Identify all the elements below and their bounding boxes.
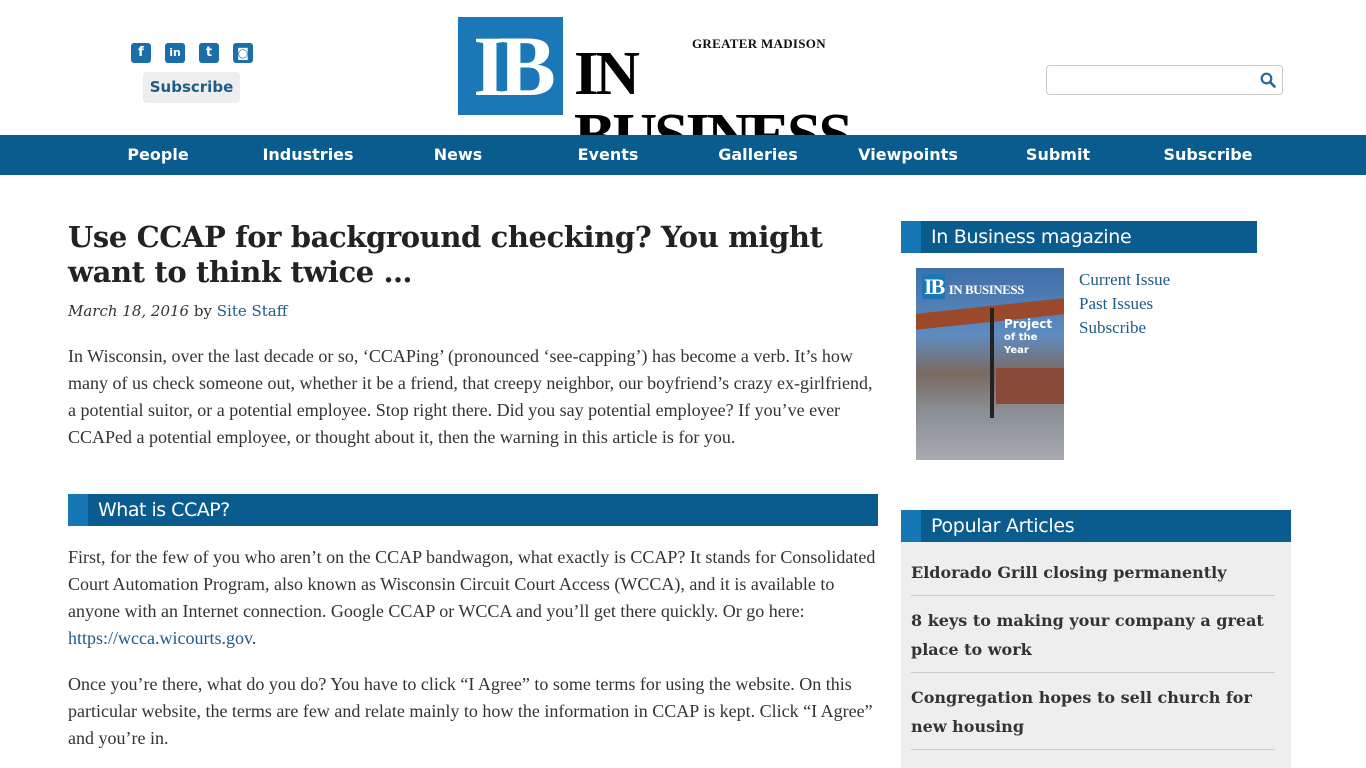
popular-articles-list: Eldorado Grill closing permanently 8 key… [901,542,1291,768]
popular-articles-heading: Popular Articles [901,510,1291,542]
popular-article-item[interactable]: 8 keys to making your company a great pl… [911,596,1275,673]
wcca-link[interactable]: https://wcca.wicourts.gov [68,628,252,648]
article-paragraph: First, for the few of you who aren’t on … [68,544,883,652]
article-title: Use CCAP for background checking? You mi… [68,220,823,289]
article-paragraph: In Wisconsin, over the last decade or so… [68,346,873,447]
site-header: f in t ◙ Subscribe IB GREATER MADISON IN… [0,0,1366,167]
cover-logo-text: IN BUSINESS [948,282,1025,297]
section-heading: What is CCAP? [68,494,878,526]
cover-logo: IB IN BUSINESS [922,274,1024,300]
cover-title-line-1: Project [1004,317,1053,331]
magazine-heading-text: In Business magazine [931,226,1132,248]
nav-item-industries[interactable]: Industries [262,135,353,175]
site-logo[interactable]: IB GREATER MADISON IN BUSINESS [458,17,908,167]
facebook-icon[interactable]: f [131,43,151,63]
popular-article-item[interactable]: Eldorado Grill closing permanently [911,542,1275,596]
section-heading-text: What is CCAP? [98,499,230,521]
popular-articles-heading-text: Popular Articles [931,515,1075,537]
author-link[interactable]: Site Staff [217,302,288,320]
main-nav: People Industries News Events Galleries … [0,135,1366,175]
paragraph-end: . [251,628,257,648]
magazine-cover-image[interactable]: IB IN BUSINESS Project of the Year [916,268,1064,460]
search-box [1046,65,1283,95]
nav-item-news[interactable]: News [434,135,483,175]
magazine-subscribe-link[interactable]: Subscribe [1079,316,1170,340]
cover-logo-mark: IB [922,274,945,299]
cover-pillar-shape [990,308,994,418]
cover-title-line-2: of the Year [1004,332,1038,356]
header-subscribe-button[interactable]: Subscribe [143,72,240,103]
magazine-links: Current Issue Past Issues Subscribe [1079,268,1170,340]
past-issues-link[interactable]: Past Issues [1079,292,1170,316]
linkedin-icon[interactable]: in [165,43,185,63]
byline-prefix: by [193,302,212,320]
social-links: f in t ◙ [131,43,253,63]
popular-article-item[interactable]: Congregation hopes to sell church for ne… [911,673,1275,750]
article-paragraph: Once you’re there, what do you do? You h… [68,674,873,748]
logo-mark: IB [458,17,563,115]
search-icon[interactable] [1260,72,1276,88]
cover-title: Project of the Year [1004,318,1064,357]
twitter-icon[interactable]: t [199,43,219,63]
cover-building-shape [996,368,1064,404]
article-date: March 18, 2016 [68,302,190,320]
nav-item-galleries[interactable]: Galleries [718,135,798,175]
current-issue-link[interactable]: Current Issue [1079,268,1170,292]
nav-item-submit[interactable]: Submit [1026,135,1090,175]
instagram-icon[interactable]: ◙ [233,43,253,63]
nav-item-events[interactable]: Events [578,135,639,175]
nav-item-subscribe[interactable]: Subscribe [1163,135,1252,175]
magazine-heading: In Business magazine [901,221,1257,253]
search-input[interactable] [1047,66,1247,94]
article-meta: March 18, 2016 by Site Staff [68,302,878,320]
article: Use CCAP for background checking? You mi… [68,220,878,748]
paragraph-text: First, for the few of you who aren’t on … [68,547,876,621]
nav-item-viewpoints[interactable]: Viewpoints [858,135,958,175]
nav-item-people[interactable]: People [127,135,188,175]
